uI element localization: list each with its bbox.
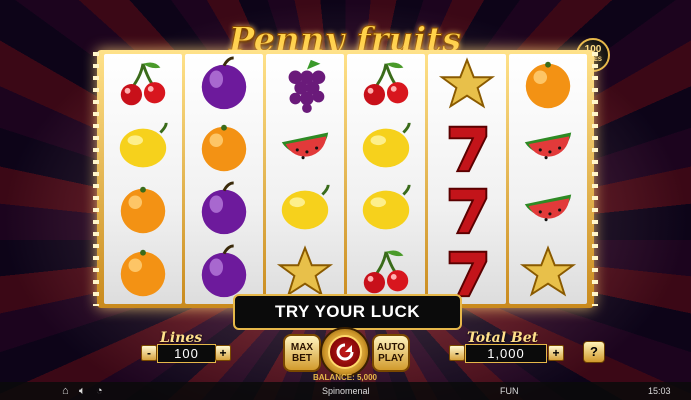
plum-symbol bbox=[185, 54, 263, 117]
cherry-symbol bbox=[104, 54, 182, 117]
orange-icon bbox=[525, 62, 571, 109]
provider-logo: Spinomenal bbox=[322, 386, 370, 396]
reel-3 bbox=[266, 54, 344, 304]
lines-value: 100 bbox=[157, 344, 216, 363]
orange-symbol bbox=[509, 54, 587, 117]
grapes-icon bbox=[288, 60, 326, 114]
seven-icon bbox=[448, 188, 488, 235]
orange-icon bbox=[120, 187, 166, 234]
lemon-icon bbox=[362, 184, 411, 230]
seven-symbol bbox=[428, 117, 506, 180]
cherry-symbol bbox=[347, 54, 425, 117]
plum-icon bbox=[201, 181, 247, 235]
sound-icon[interactable]: 🔈︎ bbox=[79, 385, 86, 398]
home-icon[interactable]: ⌂ bbox=[62, 385, 69, 397]
orange-icon bbox=[201, 124, 247, 171]
reel-5 bbox=[428, 54, 506, 304]
frame-lights-left bbox=[93, 52, 99, 306]
lemon-symbol bbox=[266, 179, 344, 242]
balance: BALANCE: 5,000 bbox=[312, 373, 377, 382]
plum-symbol bbox=[185, 179, 263, 242]
reels-area bbox=[104, 54, 587, 304]
seven-symbol bbox=[428, 179, 506, 242]
watermelon-icon bbox=[281, 132, 329, 159]
lemon-symbol bbox=[104, 117, 182, 180]
orange-symbol bbox=[104, 242, 182, 305]
watermelon-icon bbox=[524, 132, 572, 159]
lemon-icon bbox=[119, 122, 168, 168]
lemon-symbol bbox=[347, 179, 425, 242]
total-bet-value: 1,000 bbox=[465, 344, 547, 363]
message-banner: TRY YOUR LUCK bbox=[233, 294, 462, 330]
star-symbol bbox=[509, 242, 587, 305]
plum-icon bbox=[201, 56, 247, 110]
star-icon bbox=[519, 244, 577, 297]
lines-minus-button[interactable]: - bbox=[141, 345, 157, 361]
orange-symbol bbox=[104, 179, 182, 242]
bet-minus-button[interactable]: - bbox=[449, 345, 465, 361]
lemon-icon bbox=[281, 184, 330, 230]
bet-plus-button[interactable]: + bbox=[548, 345, 564, 361]
max-bet-button[interactable]: MAX BET bbox=[283, 334, 321, 372]
reel-6 bbox=[509, 54, 587, 304]
lines-plus-button[interactable]: + bbox=[215, 345, 231, 361]
reel-1 bbox=[104, 54, 182, 304]
spin-icon bbox=[328, 335, 362, 369]
spin-button[interactable] bbox=[320, 327, 370, 377]
cherry-icon bbox=[363, 62, 409, 106]
orange-icon bbox=[120, 249, 166, 296]
reel-2 bbox=[185, 54, 263, 304]
watermelon-symbol bbox=[509, 179, 587, 242]
orange-symbol bbox=[185, 117, 263, 180]
watermelon-symbol bbox=[509, 117, 587, 180]
mode-indicator: FUN bbox=[500, 386, 519, 396]
grapes-symbol bbox=[266, 54, 344, 117]
watermelon-symbol bbox=[266, 117, 344, 180]
frame-lights-right bbox=[592, 52, 598, 306]
help-button[interactable]: ? bbox=[583, 341, 605, 363]
reel-4 bbox=[347, 54, 425, 304]
star-icon bbox=[438, 57, 496, 109]
lemon-symbol bbox=[347, 117, 425, 180]
auto-play-button[interactable]: AUTO PLAY bbox=[372, 334, 410, 372]
watermelon-icon bbox=[524, 194, 572, 222]
cherry-icon bbox=[120, 62, 166, 106]
speed-icon[interactable]: ◔ bbox=[96, 385, 103, 397]
lemon-icon bbox=[362, 122, 411, 168]
star-symbol bbox=[428, 54, 506, 117]
seven-icon bbox=[448, 125, 488, 172]
clock: 15:03 bbox=[648, 386, 671, 396]
